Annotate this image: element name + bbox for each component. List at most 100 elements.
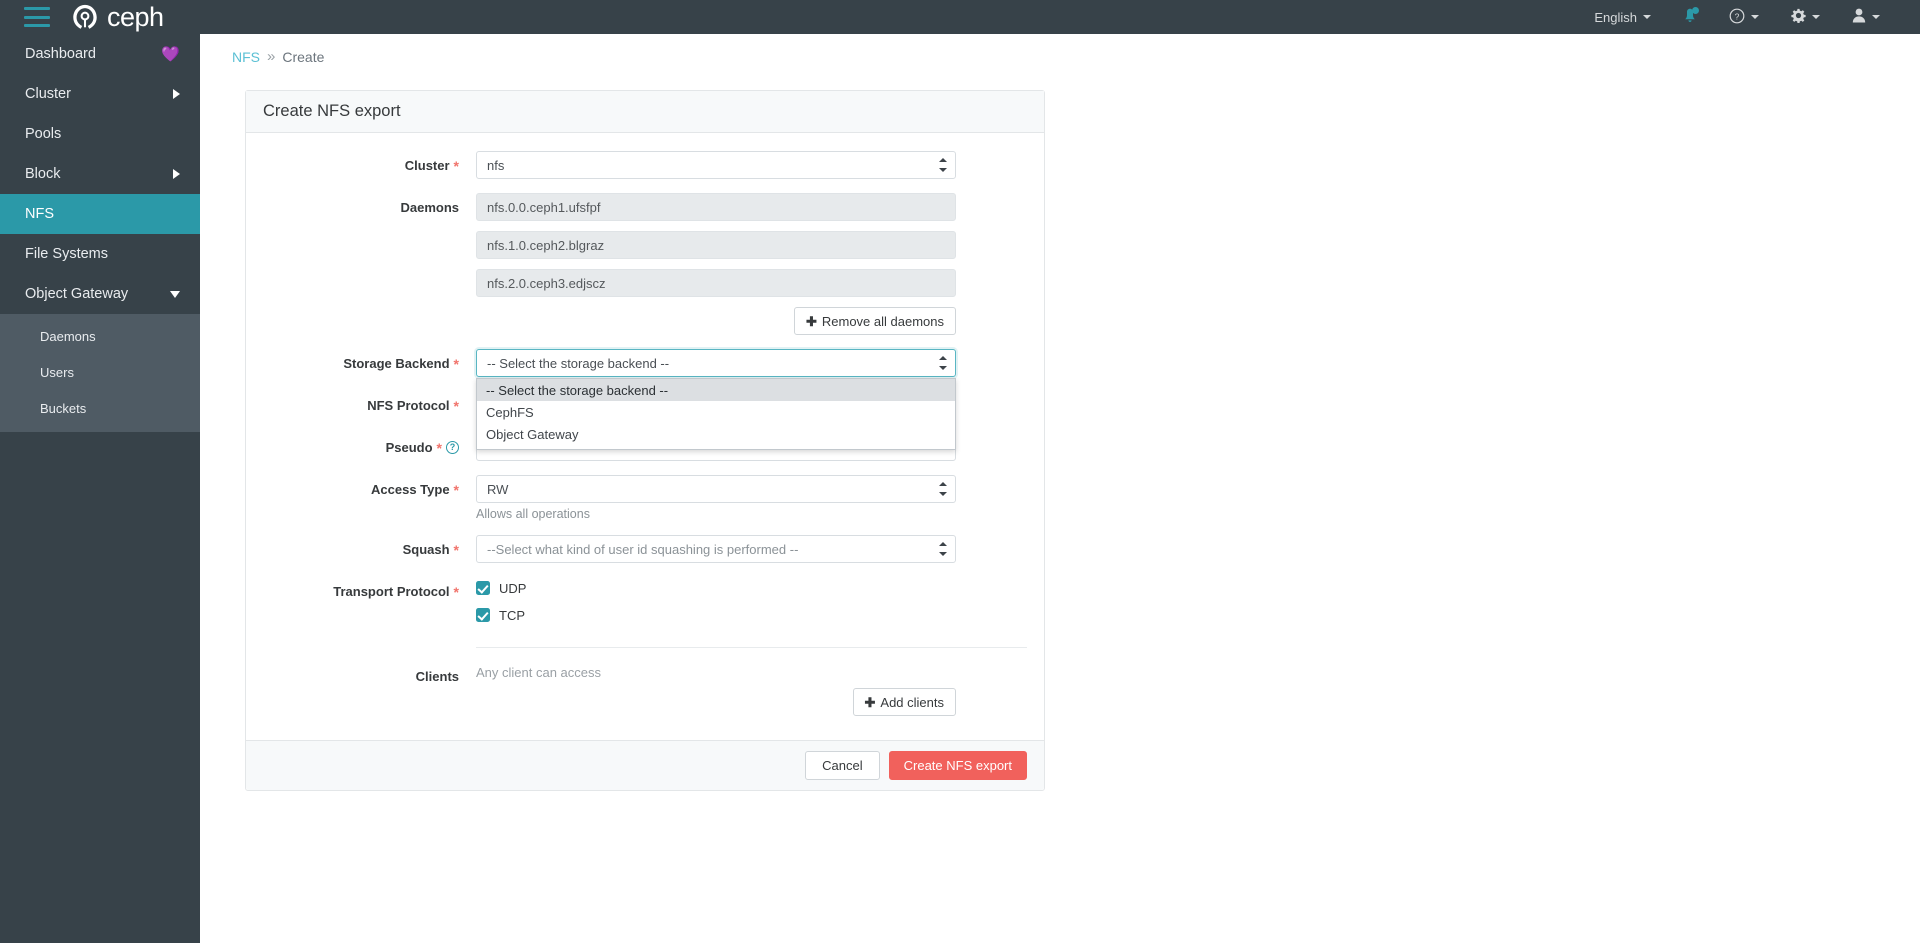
sidebar-subitem-label: Buckets (40, 400, 87, 416)
field-row-cluster: Cluster * nfs (263, 151, 1027, 179)
squash-label: Squash (402, 542, 450, 557)
language-selector[interactable]: English (1578, 0, 1667, 34)
card-footer: Cancel Create NFS export (246, 740, 1044, 790)
sidebar-item-label: Pools (25, 126, 62, 142)
sidebar-item-users[interactable]: Users (0, 354, 200, 390)
settings-menu[interactable] (1775, 0, 1836, 34)
cluster-control: nfs (476, 151, 956, 179)
checkbox-row-tcp: TCP (476, 604, 956, 626)
transport-protocol-label: Transport Protocol (333, 584, 450, 599)
sidebar-item-buckets[interactable]: Buckets (0, 390, 200, 426)
notification-badge-dot (1692, 6, 1699, 14)
sidebar-item-dashboard[interactable]: Dashboard 💜 (0, 34, 200, 74)
plus-icon: ✚ (864, 694, 876, 710)
sidebar-item-label: NFS (25, 206, 54, 222)
cluster-label: Cluster (404, 158, 450, 173)
hamburger-icon[interactable] (24, 7, 50, 27)
daemons-control: nfs.0.0.ceph1.ufsfpf nfs.1.0.ceph2.blgra… (476, 193, 956, 335)
svg-text:?: ? (1735, 11, 1740, 21)
access-type-label: Access Type (371, 482, 450, 497)
chevron-down-icon (1872, 15, 1880, 19)
nfs-protocol-label-group: NFS Protocol * (263, 391, 476, 414)
storage-backend-label: Storage Backend (343, 356, 450, 371)
squash-select[interactable]: --Select what kind of user id squashing … (476, 535, 956, 563)
dropdown-option[interactable]: CephFS (477, 401, 955, 423)
brand-logo[interactable]: ceph (70, 2, 164, 32)
daemons-label-group: Daemons (263, 193, 476, 215)
tcp-checkbox[interactable] (476, 608, 490, 622)
plus-icon: ✚ (805, 313, 817, 329)
user-icon (1852, 8, 1866, 26)
help-menu[interactable]: ? (1713, 0, 1775, 34)
topnav-right-group: English ? (1578, 0, 1920, 34)
chevron-down-icon (1643, 15, 1651, 19)
language-label: English (1594, 9, 1637, 25)
cluster-select[interactable]: nfs (476, 151, 956, 179)
squash-label-group: Squash * (263, 535, 476, 557)
breadcrumb: NFS » Create (200, 34, 1920, 65)
sidebar-item-pools[interactable]: Pools (0, 114, 200, 154)
sidebar-item-label: Dashboard (25, 46, 96, 62)
clients-description: Any client can access (476, 665, 602, 680)
remove-all-daemons-button[interactable]: ✚ Remove all daemons (793, 307, 956, 335)
squash-control: --Select what kind of user id squashing … (476, 535, 956, 563)
pseudo-label-group: Pseudo * ? (263, 433, 476, 456)
breadcrumb-link-nfs[interactable]: NFS (232, 49, 260, 65)
chevron-down-icon (1812, 15, 1820, 19)
sidebar-item-nfs[interactable]: NFS (0, 194, 200, 234)
section-divider (476, 647, 1027, 648)
udp-checkbox[interactable] (476, 581, 490, 595)
ceph-logo-icon (73, 4, 97, 29)
transport-protocol-control: UDP TCP (476, 577, 956, 631)
required-asterisk: * (436, 439, 442, 456)
storage-backend-control: -- Select the storage backend -- -- Sele… (476, 349, 956, 450)
sidebar-item-cluster[interactable]: Cluster (0, 74, 200, 114)
cluster-label-group: Cluster * (263, 151, 476, 173)
nfs-protocol-label: NFS Protocol (367, 398, 450, 413)
field-row-clients: Clients Any client can access ✚ Add clie… (263, 662, 1027, 716)
access-type-label-group: Access Type * (263, 475, 476, 498)
card-title: Create NFS export (246, 91, 1044, 133)
notifications-button[interactable] (1667, 0, 1713, 34)
required-asterisk: * (453, 397, 459, 414)
field-row-daemons: Daemons nfs.0.0.ceph1.ufsfpf nfs.1.0.cep… (263, 193, 1027, 335)
daemons-label: Daemons (400, 200, 459, 215)
daemons-actions: ✚ Remove all daemons (476, 307, 956, 335)
question-circle-icon: ? (1729, 8, 1745, 27)
clients-control: Any client can access ✚ Add clients (476, 662, 956, 716)
sidebar-item-label: File Systems (25, 246, 108, 262)
create-nfs-export-button[interactable]: Create NFS export (888, 751, 1027, 780)
cancel-button[interactable]: Cancel (805, 751, 880, 780)
chevron-down-icon (1751, 15, 1759, 19)
sidebar-item-file-systems[interactable]: File Systems (0, 234, 200, 274)
storage-backend-select[interactable]: -- Select the storage backend -- (476, 349, 956, 377)
dropdown-option[interactable]: Object Gateway (477, 423, 955, 445)
field-row-squash: Squash * --Select what kind of user id s… (263, 535, 1027, 563)
daemon-item: nfs.1.0.ceph2.blgraz (476, 231, 956, 259)
add-clients-button[interactable]: ✚ Add clients (852, 688, 956, 716)
daemon-item: nfs.2.0.ceph3.edjscz (476, 269, 956, 297)
breadcrumb-current: Create (282, 48, 325, 65)
gear-icon (1791, 8, 1806, 26)
clients-actions: ✚ Add clients (476, 688, 956, 716)
sidebar-item-object-gateway[interactable]: Object Gateway (0, 274, 200, 314)
create-nfs-export-card: Create NFS export Cluster * nfs Daemons (245, 90, 1045, 791)
dropdown-option[interactable]: -- Select the storage backend -- (477, 379, 955, 401)
user-menu[interactable] (1836, 0, 1896, 34)
required-asterisk: * (453, 481, 459, 498)
clients-label: Clients (415, 669, 459, 684)
access-type-helper-text: Allows all operations (476, 507, 590, 521)
tcp-label: TCP (499, 607, 525, 623)
sidebar-item-daemons[interactable]: Daemons (0, 318, 200, 354)
top-navbar: ceph English ? (0, 0, 1920, 34)
access-type-select[interactable]: RW (476, 475, 956, 503)
remove-all-daemons-label: Remove all daemons (821, 313, 944, 329)
transport-protocol-label-group: Transport Protocol * (263, 577, 476, 599)
sidebar-item-block[interactable]: Block (0, 154, 200, 194)
sidebar-subitem-label: Users (40, 364, 74, 380)
udp-label: UDP (499, 580, 527, 596)
breadcrumb-separator-icon: » (267, 48, 276, 65)
main-content: NFS » Create Create NFS export Cluster *… (200, 34, 1920, 943)
question-circle-icon[interactable]: ? (446, 441, 459, 454)
pseudo-label: Pseudo (385, 440, 433, 455)
